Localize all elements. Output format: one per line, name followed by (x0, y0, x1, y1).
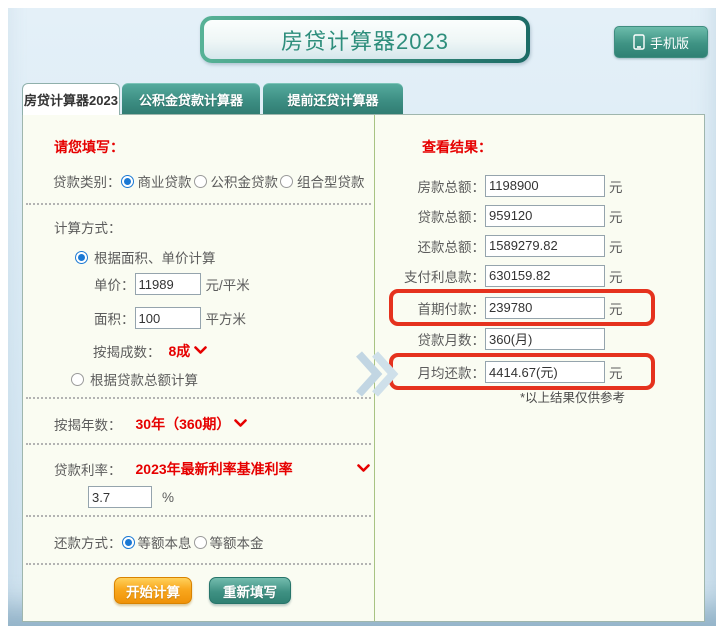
result-row-house-total: 房款总额： 元 (375, 173, 641, 198)
chevron-down-icon[interactable] (357, 460, 370, 478)
radio-equal-installment[interactable] (121, 535, 135, 549)
result-unit: 元 (609, 301, 623, 317)
tab-mortgage-calculator[interactable]: 房贷计算器2023 (22, 83, 120, 115)
monthly-payment-input[interactable] (485, 360, 605, 383)
loan-type-option-combined[interactable]: 组合型贷款 (297, 171, 365, 191)
result-row-loan-months: 贷款月数： (375, 326, 641, 351)
radio-combined-loan[interactable] (280, 174, 293, 188)
rate-label: 贷款利率： (54, 463, 122, 478)
result-label: 贷款月数： (417, 332, 486, 348)
result-label: 贷款总额： (417, 209, 486, 225)
divider (26, 397, 371, 399)
divider (26, 443, 371, 445)
area-unit: 平方米 (205, 312, 247, 327)
rate-unit: % (162, 489, 175, 505)
result-row-repayment-total: 还款总额： 元 (375, 233, 641, 258)
page-title: 房贷计算器2023 (281, 28, 449, 54)
loan-type-option-commercial[interactable]: 商业贷款 (138, 171, 192, 191)
page-title-box: 房贷计算器2023 (200, 16, 530, 63)
radio-calc-by-area[interactable] (75, 250, 88, 264)
loan-type-option-fund[interactable]: 公积金贷款 (211, 171, 279, 191)
house-total-input[interactable] (485, 174, 605, 197)
tab-label: 提前还贷计算器 (287, 92, 379, 108)
mobile-version-button[interactable]: 手机版 (614, 26, 708, 58)
mortgage-calculator-page: 房贷计算器2023 手机版 房贷计算器2023 公积金贷款计算器 提前还贷计算器… (0, 0, 723, 632)
chevron-down-icon[interactable] (234, 415, 248, 433)
area-label: 面积： (94, 312, 135, 327)
unit-price-unit: 元/平米 (205, 278, 250, 293)
phone-icon (633, 34, 645, 50)
result-label: 首期付款： (417, 301, 486, 317)
double-chevron-right-icon (356, 351, 400, 402)
result-unit: 元 (609, 209, 623, 225)
down-payment-input[interactable] (485, 296, 605, 319)
calc-by-area-label[interactable]: 根据面积、单价计算 (94, 247, 216, 267)
result-unit: 元 (609, 239, 623, 255)
years-value[interactable]: 30年（360期） (136, 414, 231, 434)
loan-type-label: 贷款类别： (53, 175, 121, 190)
calc-method-label: 计算方式： (54, 221, 122, 236)
disclaimer-note: *以上结果仅供参考 (520, 391, 625, 405)
tab-label: 房贷计算器2023 (24, 93, 118, 108)
calculate-button[interactable]: 开始计算 (114, 577, 192, 604)
result-row-interest-paid: 支付利息款： 元 (375, 263, 641, 288)
repayment-total-input[interactable] (485, 234, 605, 257)
mortgage-ratio-value[interactable]: 8成 (169, 341, 191, 361)
radio-provident-fund-loan[interactable] (193, 174, 207, 188)
mobile-version-label: 手机版 (649, 35, 689, 51)
unit-price-label: 单价： (94, 278, 135, 293)
reset-button[interactable]: 重新填写 (209, 577, 291, 604)
result-unit: 元 (609, 179, 623, 195)
area-input[interactable] (134, 307, 201, 329)
chevron-down-icon[interactable] (194, 342, 208, 360)
calc-by-total-label[interactable]: 根据贷款总额计算 (90, 369, 198, 389)
repayment-option-principal[interactable]: 等额本金 (210, 532, 264, 552)
repayment-label: 还款方式： (54, 536, 122, 551)
loan-total-input[interactable] (485, 204, 605, 227)
rate-value[interactable]: 2023年最新利率基准利率 (136, 459, 293, 479)
result-row-monthly-payment: 月均还款： 元 (375, 353, 655, 390)
tab-bar: 房贷计算器2023 公积金贷款计算器 提前还贷计算器 (22, 83, 403, 115)
result-unit: 元 (609, 365, 623, 381)
radio-calc-by-total[interactable] (71, 372, 84, 386)
result-label: 支付利息款： (404, 269, 485, 285)
tab-provident-fund-calculator[interactable]: 公积金贷款计算器 (122, 83, 260, 114)
form-section-title: 请您填写： (54, 139, 124, 155)
loan-months-input[interactable] (485, 327, 605, 350)
interest-paid-input[interactable] (485, 264, 605, 287)
radio-equal-principal[interactable] (193, 535, 207, 549)
page-title-inner: 房贷计算器2023 (204, 20, 526, 59)
radio-commercial-loan[interactable] (120, 174, 134, 188)
divider (26, 203, 371, 205)
results-section-title: 查看结果： (422, 139, 492, 155)
results-column: 查看结果： 房款总额： 元 贷款总额： 元 还款总额： 元 支付利息款： 元 (375, 115, 706, 621)
result-label: 房款总额： (417, 179, 486, 195)
tab-label: 公积金贷款计算器 (138, 92, 243, 108)
years-label: 按揭年数： (54, 418, 122, 433)
result-row-loan-total: 贷款总额： 元 (375, 203, 641, 228)
divider (26, 515, 371, 517)
result-label: 还款总额： (417, 239, 486, 255)
divider (26, 563, 371, 565)
mortgage-ratio-label: 按揭成数： (93, 345, 161, 360)
result-row-down-payment: 首期付款： 元 (375, 289, 655, 326)
main-panel: 请您填写： 贷款类别： 商业贷款 公积金贷款 组合型贷款 计算方式： 根据面积、… (22, 114, 705, 622)
unit-price-input[interactable] (134, 273, 201, 295)
tab-early-repayment-calculator[interactable]: 提前还贷计算器 (263, 83, 403, 114)
rate-input[interactable] (88, 486, 152, 508)
result-unit: 元 (609, 269, 623, 285)
repayment-option-interest[interactable]: 等额本息 (138, 532, 192, 552)
